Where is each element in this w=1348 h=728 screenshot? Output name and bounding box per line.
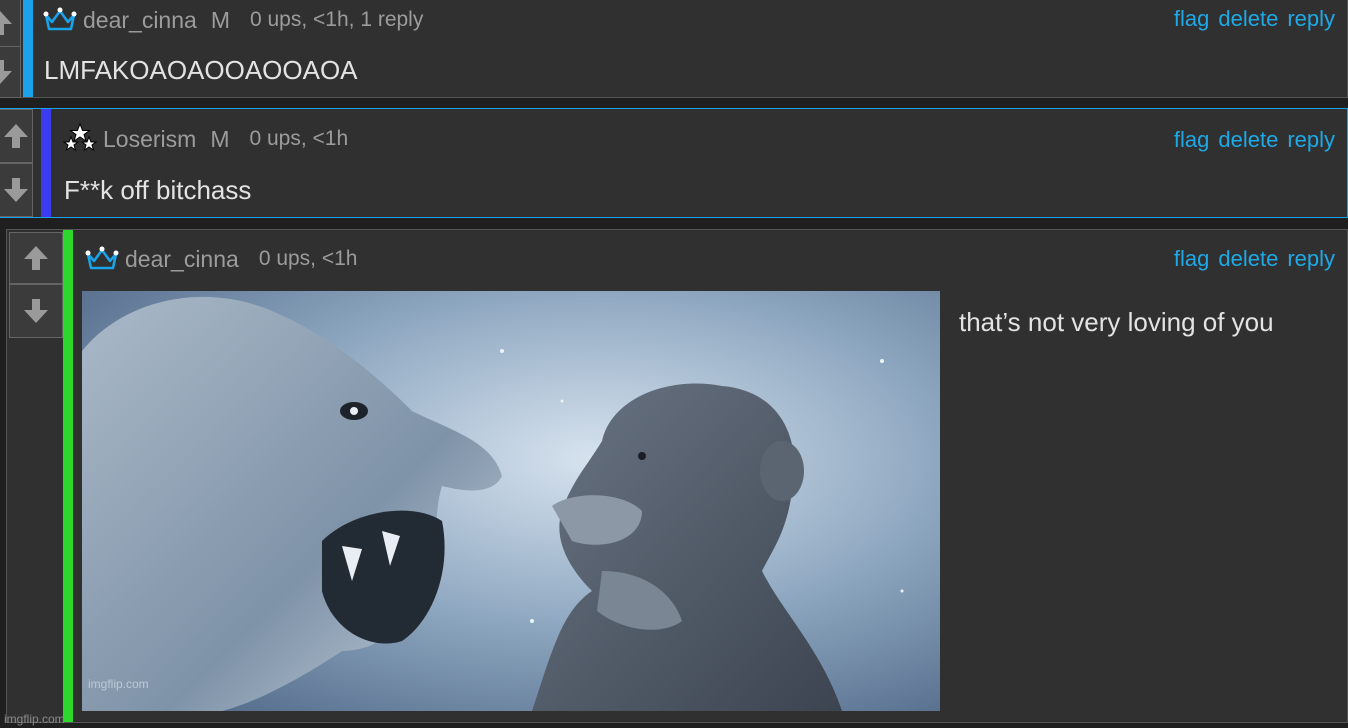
mod-tag: M [210, 125, 230, 152]
upvote-button[interactable] [0, 0, 21, 47]
down-arrow-icon [24, 299, 48, 323]
comment-text: F**k off bitchass [64, 175, 252, 205]
comment-actions: flag delete reply [1174, 246, 1335, 272]
reply-link[interactable]: reply [1287, 246, 1335, 272]
mod-tag: M [210, 6, 230, 33]
upvote-button[interactable] [9, 232, 63, 284]
delete-link[interactable]: delete [1218, 246, 1278, 272]
comment-depth-bar [63, 230, 73, 722]
comment-image[interactable]: imgflip.com [82, 291, 940, 711]
comment-1: dear_cinna M 0 ups, <1h, 1 reply flag de… [0, 0, 1348, 98]
reply-link[interactable]: reply [1287, 127, 1335, 153]
comment-2: Loserism M 0 ups, <1h flag delete reply … [0, 108, 1348, 218]
username-link[interactable]: Loserism [103, 126, 196, 153]
comment-text: LMFAKOAOAOOAOOAOA [44, 55, 358, 85]
username-link[interactable]: dear_cinna [83, 7, 197, 34]
downvote-button[interactable] [9, 284, 63, 338]
comment-depth-bar [41, 109, 51, 217]
up-arrow-icon [4, 124, 28, 148]
comment-meta: 0 ups, <1h [249, 127, 349, 150]
crown-icon [43, 6, 77, 34]
meme-image-lion-chimp [82, 291, 940, 711]
flag-link[interactable]: flag [1174, 6, 1209, 32]
flag-link[interactable]: flag [1174, 127, 1209, 153]
username-link[interactable]: dear_cinna [125, 246, 239, 273]
comment-header: Loserism M 0 ups, <1h [63, 121, 348, 157]
comment-text: that’s not very loving of you [959, 307, 1274, 337]
crown-icon [85, 245, 119, 273]
comment-actions: flag delete reply [1174, 127, 1335, 153]
downvote-button[interactable] [0, 46, 21, 98]
comment-meta: 0 ups, <1h, 1 reply [249, 8, 424, 31]
flag-link[interactable]: flag [1174, 246, 1209, 272]
page-watermark: imgflip.com [4, 712, 65, 726]
down-arrow-icon [4, 178, 28, 202]
upvote-button[interactable] [0, 109, 33, 163]
reply-link[interactable]: reply [1287, 6, 1335, 32]
comment-header: dear_cinna M 0 ups, <1h, 1 reply [43, 3, 423, 37]
downvote-button[interactable] [0, 163, 33, 217]
up-arrow-icon [24, 246, 48, 270]
comment-actions: flag delete reply [1174, 6, 1335, 32]
down-arrow-icon [0, 60, 12, 84]
comment-meta: 0 ups, <1h [258, 247, 358, 270]
delete-link[interactable]: delete [1218, 127, 1278, 153]
comment-header: dear_cinna 0 ups, <1h [85, 242, 357, 276]
image-watermark: imgflip.com [88, 677, 149, 691]
up-arrow-icon [0, 11, 12, 35]
stars-icon [63, 122, 97, 153]
comment-depth-bar [23, 0, 33, 97]
delete-link[interactable]: delete [1218, 6, 1278, 32]
